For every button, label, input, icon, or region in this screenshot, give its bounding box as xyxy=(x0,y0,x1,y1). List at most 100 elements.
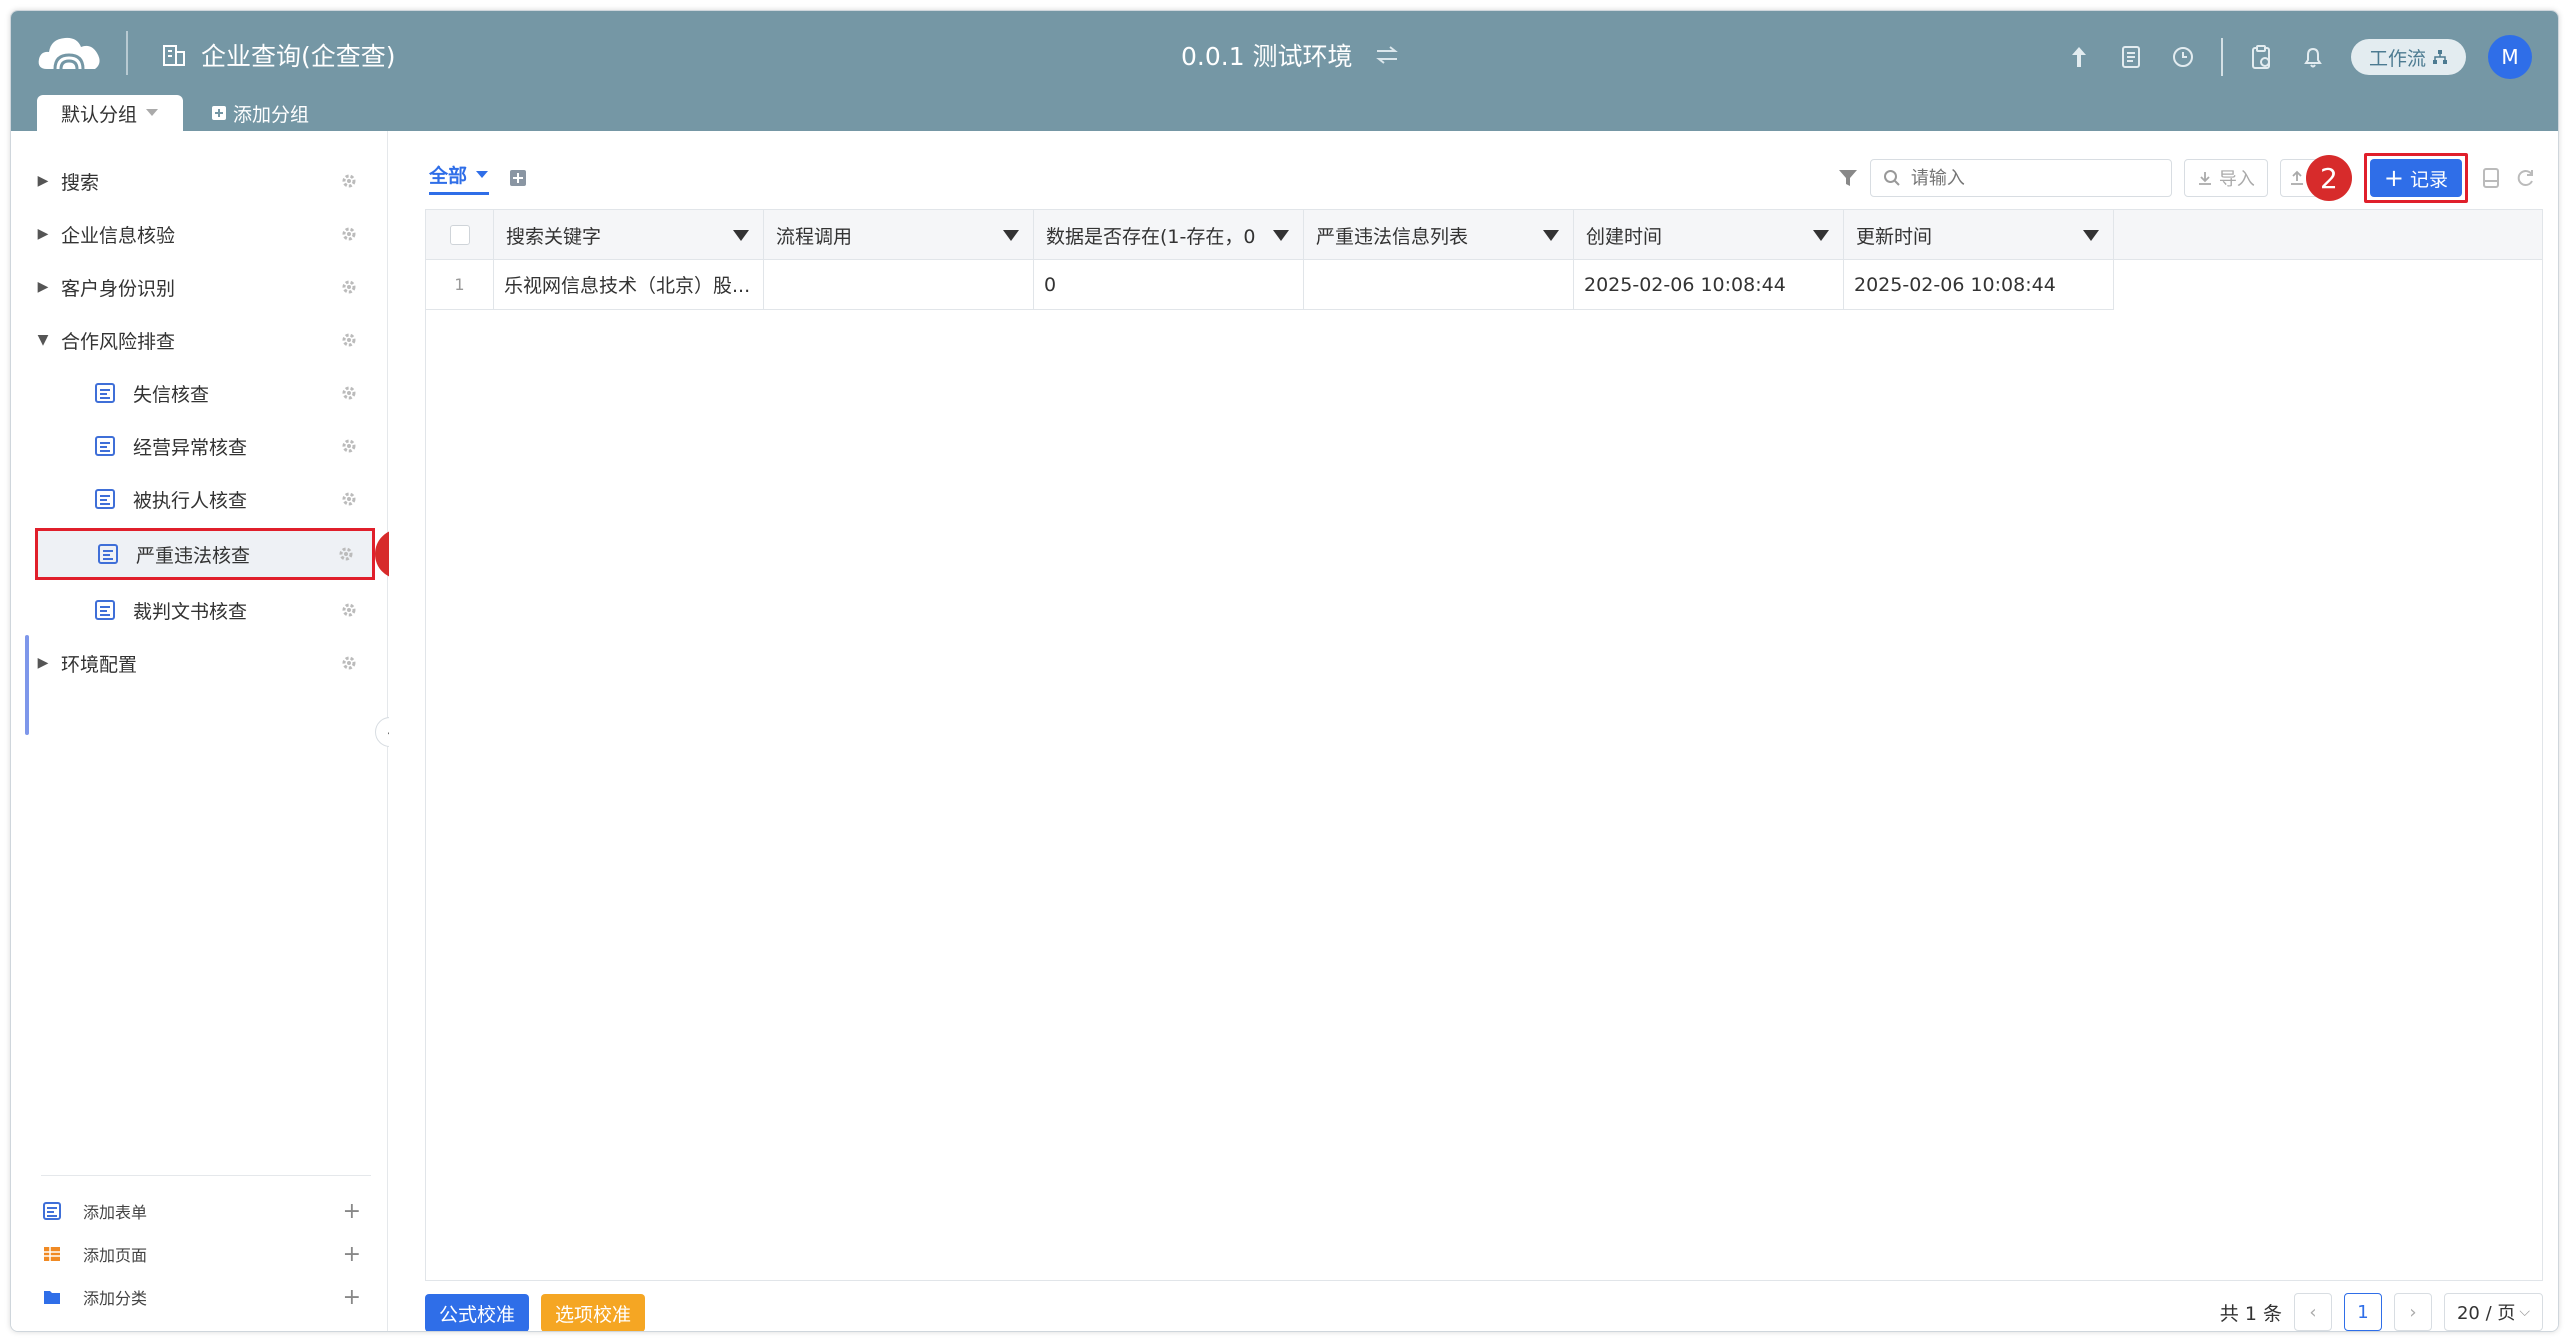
search-box[interactable] xyxy=(1869,159,2172,197)
sidebar-item-serious-violation[interactable]: 严重违法核查 xyxy=(35,528,375,580)
sidebar-item-dishonest[interactable]: 失信核查 xyxy=(25,369,375,417)
gear-icon[interactable] xyxy=(335,220,363,248)
gear-icon[interactable] xyxy=(335,432,363,460)
column-header[interactable]: 数据是否存在(1-存在，0 xyxy=(1034,210,1304,260)
gear-icon[interactable] xyxy=(332,540,360,568)
publish-button[interactable] xyxy=(2053,37,2105,77)
add-page-button[interactable]: 添加页面 + xyxy=(41,1234,361,1274)
docs-button[interactable] xyxy=(2105,37,2157,77)
add-record-button[interactable]: + 记录 xyxy=(2369,159,2462,197)
sidebar-item-search[interactable]: ▶ 搜索 xyxy=(25,157,375,205)
sidebar-item-cooperation-risk[interactable]: ▼ 合作风险排查 xyxy=(25,316,375,364)
bell-icon xyxy=(2304,47,2322,68)
caret-down-icon[interactable]: ▼ xyxy=(25,332,61,348)
table-cell[interactable]: 2025-02-06 10:08:44 xyxy=(1574,260,1844,309)
add-category-button[interactable]: 添加分类 + xyxy=(41,1277,361,1317)
sidebar-item-executed-person[interactable]: 被执行人核查 xyxy=(25,475,375,523)
gear-icon[interactable] xyxy=(335,596,363,624)
refresh-icon[interactable] xyxy=(2514,167,2536,189)
chevron-down-icon: ⌵ xyxy=(2519,1304,2530,1320)
plus-icon[interactable]: + xyxy=(343,1242,361,1267)
filter-icon[interactable] xyxy=(1838,168,1858,188)
column-menu-icon[interactable] xyxy=(1273,229,1289,241)
select-all-checkbox[interactable] xyxy=(426,210,494,260)
table-cell[interactable]: 2025-02-06 10:08:44 xyxy=(1844,260,2114,309)
page-number[interactable]: 1 xyxy=(2343,1293,2382,1331)
gear-icon[interactable] xyxy=(335,649,363,677)
add-group-button[interactable]: 添加分组 xyxy=(183,95,309,131)
form-icon xyxy=(95,436,115,456)
option-calibrate-button[interactable]: 选项校准 xyxy=(541,1294,646,1331)
caret-right-icon[interactable]: ▶ xyxy=(25,279,61,295)
sidebar-item-customer-id[interactable]: ▶ 客户身份识别 xyxy=(25,263,375,311)
sidebar-item-label: 搜索 xyxy=(61,171,100,194)
user-avatar[interactable]: M xyxy=(2488,35,2532,79)
sidebar-item-label: 经营异常核查 xyxy=(133,436,248,459)
column-header[interactable]: 更新时间 xyxy=(1844,210,2114,260)
sidebar-item-company-verify[interactable]: ▶ 企业信息核验 xyxy=(25,210,375,258)
tasks-button[interactable] xyxy=(2235,37,2287,77)
caret-right-icon[interactable]: ▶ xyxy=(25,173,61,189)
gear-icon[interactable] xyxy=(335,379,363,407)
column-header[interactable]: 搜索关键字 xyxy=(494,210,764,260)
column-menu-icon[interactable] xyxy=(1543,229,1559,241)
table-cell[interactable] xyxy=(1304,260,1574,309)
gear-icon[interactable] xyxy=(335,485,363,513)
column-header[interactable]: 流程调用 xyxy=(764,210,1034,260)
gear-icon[interactable] xyxy=(335,326,363,354)
plus-icon[interactable]: + xyxy=(343,1199,361,1224)
checkbox[interactable] xyxy=(449,225,470,245)
search-input[interactable] xyxy=(1910,167,2151,189)
pagination: 共 1 条 ‹ 1 › 20 / 页 ⌵ xyxy=(2220,1293,2543,1331)
cloud-logo-icon[interactable] xyxy=(35,29,103,75)
add-view-icon[interactable] xyxy=(509,169,527,187)
search-icon xyxy=(1883,170,1900,186)
table-cell[interactable] xyxy=(764,260,1034,309)
caret-right-icon[interactable]: ▶ xyxy=(25,226,61,242)
gear-icon[interactable] xyxy=(335,273,363,301)
table-row[interactable]: 1 乐视网信息技术（北京）股... 0 2025-02-06 10:08:44 … xyxy=(426,260,2114,310)
plus-square-icon xyxy=(212,106,227,120)
column-menu-icon[interactable] xyxy=(1003,229,1019,241)
chevron-left-icon: ‹ xyxy=(2309,1301,2317,1323)
app-title-group: 企业查询(企查查) xyxy=(161,37,396,73)
workflow-button[interactable]: 工作流 xyxy=(2350,39,2466,75)
page-size-select[interactable]: 20 / 页 ⌵ xyxy=(2443,1293,2543,1331)
swap-icon[interactable] xyxy=(1375,45,1399,65)
gear-icon[interactable] xyxy=(335,167,363,195)
group-tab-default[interactable]: 默认分组 xyxy=(37,95,184,131)
column-menu-icon[interactable] xyxy=(1813,229,1829,241)
header-divider xyxy=(126,31,128,75)
column-menu-icon[interactable] xyxy=(733,229,749,241)
view-tab-all[interactable]: 全部 xyxy=(429,161,490,195)
sidebar-item-env-config[interactable]: ▶ 环境配置 xyxy=(25,639,375,687)
column-menu-icon[interactable] xyxy=(2083,229,2099,241)
hierarchy-icon xyxy=(2433,50,2447,64)
notifications-button[interactable] xyxy=(2287,37,2339,77)
print-icon[interactable] xyxy=(2480,167,2502,189)
prev-page-button[interactable]: ‹ xyxy=(2293,1293,2332,1331)
column-header[interactable]: 创建时间 xyxy=(1574,210,1844,260)
caret-right-icon[interactable]: ▶ xyxy=(25,655,61,671)
column-header-label: 流程调用 xyxy=(776,225,853,248)
column-header[interactable]: 严重违法信息列表 xyxy=(1304,210,1574,260)
table-cell[interactable]: 乐视网信息技术（北京）股... xyxy=(494,260,764,309)
import-button[interactable]: 导入 xyxy=(2183,159,2268,197)
column-header-label: 严重违法信息列表 xyxy=(1316,225,1469,248)
formula-calibrate-button[interactable]: 公式校准 xyxy=(425,1294,530,1331)
add-group-label: 添加分组 xyxy=(233,103,310,126)
sidebar-item-abnormal-operation[interactable]: 经营异常核查 xyxy=(25,422,375,470)
add-page-label: 添加页面 xyxy=(83,1246,148,1265)
scroll-indicator[interactable] xyxy=(25,635,29,735)
history-button[interactable] xyxy=(2157,37,2209,77)
view-tabs: 全部 xyxy=(429,161,527,195)
sidebar-item-label: 企业信息核验 xyxy=(61,224,176,247)
environment-switcher[interactable]: 0.0.1 测试环境 xyxy=(1181,37,1399,73)
plus-icon: + xyxy=(2383,164,2404,192)
sidebar-item-judgment-docs[interactable]: 裁判文书核查 xyxy=(25,586,375,634)
next-page-button[interactable]: › xyxy=(2393,1293,2432,1331)
table-cell[interactable]: 0 xyxy=(1034,260,1304,309)
sidebar-item-label: 合作风险排查 xyxy=(61,330,176,353)
plus-icon[interactable]: + xyxy=(343,1285,361,1310)
add-form-button[interactable]: 添加表单 + xyxy=(41,1191,361,1231)
